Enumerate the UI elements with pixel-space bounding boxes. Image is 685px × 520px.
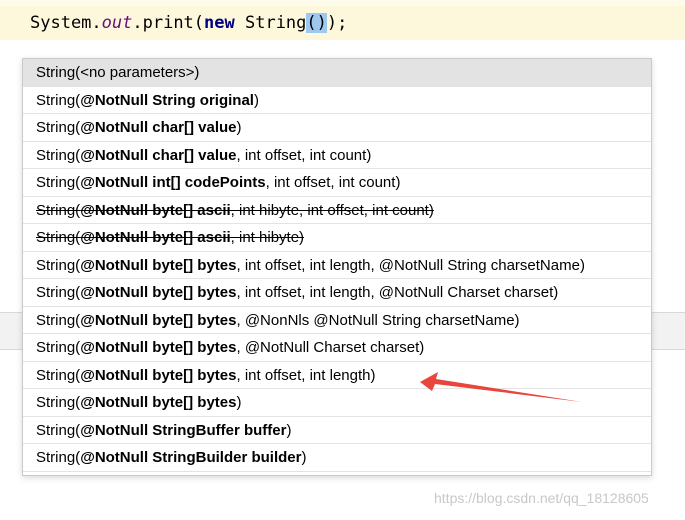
signature-annotated-param: @NotNull byte[] bytes <box>80 366 237 384</box>
code-text: System.out.print(new String()); <box>30 6 347 40</box>
signature-annotated-param: @NotNull byte[] ascii <box>80 229 231 246</box>
signature-item[interactable]: String(@NotNull byte[] bytes, @NonNls @N… <box>23 307 651 334</box>
signature-annotated-param: @NotNull byte[] bytes <box>80 339 237 356</box>
signature-rest: , @NotNull Charset charset) <box>236 339 425 356</box>
signature-item[interactable]: String(@NotNull byte[] bytes, int offset… <box>23 252 651 279</box>
parameter-info-popup[interactable]: String(<no parameters>) String(@NotNull S… <box>22 58 652 476</box>
code-paren-open: ( <box>306 13 317 33</box>
code-suffix: ); <box>326 13 348 33</box>
signature-prefix: String( <box>36 449 81 466</box>
signature-rest: , int hibyte, int offset, int count) <box>230 201 434 219</box>
signature-item[interactable]: String(@NotNull char[] value, int offset… <box>23 142 651 169</box>
signature-prefix: String( <box>36 229 81 246</box>
signature-item[interactable]: String(@NotNull byte[] ascii, int hibyte… <box>23 197 651 224</box>
signature-rest: , int offset, int count) <box>236 146 372 164</box>
signature-annotated-param: @NotNull byte[] ascii <box>80 201 231 219</box>
signature-annotated-param: @NotNull byte[] bytes <box>80 311 237 329</box>
signature-rest: ) <box>253 91 259 109</box>
signature-rest: ) <box>236 394 242 411</box>
code-system: System. <box>30 13 102 33</box>
signature-prefix: String( <box>36 201 81 219</box>
signature-prefix: String( <box>36 366 81 384</box>
signature-annotated-param: @NotNull char[] value <box>80 146 237 164</box>
signature-item[interactable]: String(@NotNull byte[] bytes, @NotNull C… <box>23 334 651 362</box>
arrow-shape <box>420 372 582 402</box>
signature-prefix: String( <box>36 339 81 356</box>
signature-prefix: String( <box>36 256 81 274</box>
signature-annotated-param: @NotNull byte[] bytes <box>80 284 237 301</box>
signature-prefix: String( <box>36 146 81 164</box>
code-class-name: String <box>234 13 307 33</box>
signature-item[interactable]: String(@NotNull String original) <box>23 87 651 114</box>
signature-item[interactable]: String(@NotNull int[] codePoints, int of… <box>23 169 651 197</box>
bottom-line-text <box>0 500 9 516</box>
signature-item[interactable]: String(@NotNull char[] value) <box>23 114 651 142</box>
signature-annotated-param: @NotNull int[] codePoints <box>80 174 266 191</box>
signature-item[interactable]: String(<no parameters>) <box>23 59 651 87</box>
signature-annotated-param: @NotNull byte[] bytes <box>80 394 237 411</box>
code-keyword-new: new <box>204 13 235 33</box>
signature-prefix: String( <box>36 311 81 329</box>
signature-annotated-param: @NotNull StringBuilder builder <box>80 449 302 466</box>
signature-prefix: String( <box>36 119 81 136</box>
editor-code-line[interactable]: System.out.print(new String()); <box>0 6 685 40</box>
signature-prefix: String( <box>36 421 81 439</box>
signature-rest: , @NonNls @NotNull String charsetName) <box>236 311 520 329</box>
signature-annotated-param: @NotNull char[] value <box>80 119 237 136</box>
code-field-out: out <box>101 13 133 33</box>
signature-rest: ) <box>286 421 292 439</box>
signature-annotated-param: @NotNull StringBuffer buffer <box>80 421 287 439</box>
signature-prefix: String( <box>36 91 81 109</box>
signature-item[interactable]: String(@NotNull byte[] ascii, int hibyte… <box>23 224 651 252</box>
signature-prefix: String( <box>36 174 81 191</box>
signature-prefix: String( <box>36 64 81 81</box>
code-call: .print( <box>132 13 205 33</box>
signature-prefix: String( <box>36 394 81 411</box>
code-paren-close: ) <box>316 13 327 33</box>
signature-rest: ) <box>236 119 242 136</box>
signature-rest: , int offset, int count) <box>265 174 401 191</box>
watermark: https://blog.csdn.net/qq_18128605 <box>434 490 649 506</box>
signature-rest: , int offset, int length, @NotNull Chars… <box>236 284 559 301</box>
signature-rest: , int hibyte) <box>230 229 305 246</box>
signature-rest: <no parameters>) <box>80 64 200 81</box>
signature-prefix: String( <box>36 284 81 301</box>
signature-item[interactable]: String(@NotNull StringBuilder builder) <box>23 444 651 472</box>
signature-rest: ) <box>301 449 307 466</box>
signature-rest: , int offset, int length, @NotNull Strin… <box>236 256 585 274</box>
signature-annotated-param: @NotNull byte[] bytes <box>80 256 237 274</box>
signature-item[interactable]: String(@NotNull StringBuffer buffer) <box>23 417 651 444</box>
signature-item[interactable]: String(@NotNull byte[] bytes, int offset… <box>23 279 651 307</box>
red-arrow-annotation <box>420 372 582 402</box>
signature-annotated-param: @NotNull String original <box>80 91 254 109</box>
signature-rest: , int offset, int length) <box>236 366 376 384</box>
